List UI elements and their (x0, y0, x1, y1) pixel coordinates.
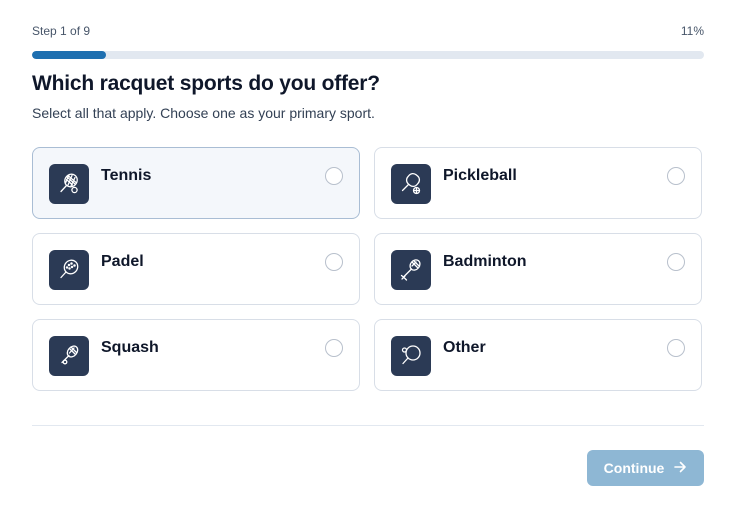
option-card-padel[interactable]: Padel (32, 233, 360, 305)
table-tennis-paddle-icon (391, 336, 431, 376)
option-card-tennis[interactable]: Tennis (32, 147, 360, 219)
option-label: Padel (101, 253, 144, 270)
option-radio[interactable] (325, 253, 343, 271)
option-label: Pickleball (443, 167, 517, 184)
option-radio[interactable] (667, 167, 685, 185)
page-title: Which racquet sports do you offer? (32, 72, 380, 95)
option-label: Squash (101, 339, 159, 356)
option-radio[interactable] (667, 253, 685, 271)
tennis-racquet-icon (49, 164, 89, 204)
option-label: Other (443, 339, 486, 356)
progress-bar-fill (32, 51, 106, 59)
padel-racquet-icon (49, 250, 89, 290)
option-card-pickleball[interactable]: Pickleball (374, 147, 702, 219)
continue-label: Continue (603, 460, 665, 476)
option-label: Badminton (443, 253, 527, 270)
badminton-racquet-icon (391, 250, 431, 290)
progress-percent: 11% (680, 24, 704, 38)
option-radio[interactable] (325, 339, 343, 357)
footer-divider (32, 425, 704, 426)
squash-racquet-icon (49, 336, 89, 376)
option-card-other[interactable]: Other (374, 319, 702, 391)
step-header: Step 1 of 9 11% (32, 24, 704, 40)
option-card-badminton[interactable]: Badminton (374, 233, 702, 305)
option-radio[interactable] (667, 339, 685, 357)
step-counter: Step 1 of 9 (32, 24, 91, 38)
progress-bar (32, 51, 704, 59)
arrow-right-icon (673, 460, 687, 477)
option-card-squash[interactable]: Squash (32, 319, 360, 391)
option-label: Tennis (101, 167, 152, 184)
pickleball-paddle-icon (391, 164, 431, 204)
continue-button[interactable]: Continue (587, 450, 704, 486)
option-radio[interactable] (325, 167, 343, 185)
page-subtitle: Select all that apply. Choose one as you… (32, 105, 375, 121)
